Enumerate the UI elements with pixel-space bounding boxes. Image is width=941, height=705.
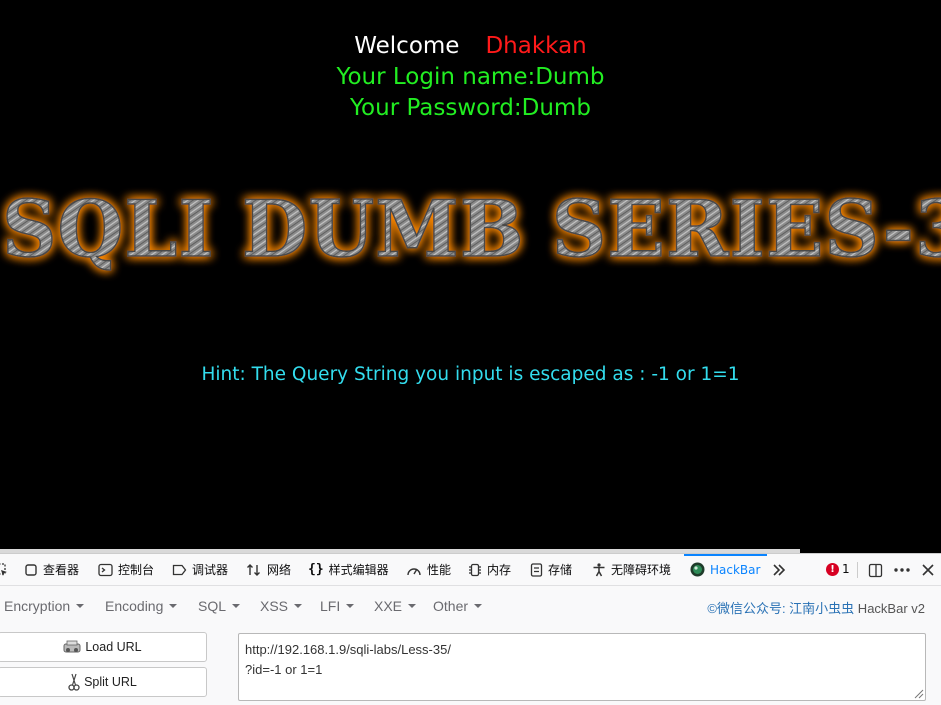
resize-grip-icon <box>914 689 924 699</box>
password-line: Your Password:Dumb <box>350 95 591 121</box>
toolbar-separator <box>857 562 858 578</box>
menu-sql[interactable]: SQL <box>198 598 241 614</box>
memory-icon <box>469 563 481 576</box>
style-editor-icon: {} <box>308 562 324 577</box>
accessibility-icon <box>593 562 605 576</box>
caret-down-icon <box>76 604 85 609</box>
tab-style-editor[interactable]: {} 样式编辑器 <box>308 554 389 585</box>
split-url-label: Split URL <box>84 675 137 689</box>
url-textarea[interactable]: http://192.168.1.9/sqli-labs/Less-35/ ?i… <box>238 633 926 701</box>
hint-text: Hint: The Query String you input is esca… <box>201 364 740 385</box>
tab-label: 性能 <box>427 563 452 577</box>
hackbar-menubar: Encryption Encoding SQL XSS LFI XXE Othe… <box>0 586 941 622</box>
devtools-panel: 查看器 控制台 调试器 网络 {} 样式编辑器 性能 内存 存储 无障碍环境 H… <box>0 553 941 705</box>
close-devtools-button[interactable] <box>918 560 938 580</box>
tab-label: 内存 <box>487 563 512 577</box>
menu-xxe[interactable]: XXE <box>374 598 417 614</box>
load-url-button[interactable]: Load URL <box>0 632 207 662</box>
debugger-icon <box>172 564 187 575</box>
caret-down-icon <box>474 604 483 609</box>
tab-inspector[interactable]: 查看器 <box>24 554 79 585</box>
tab-label: 无障碍环境 <box>611 563 672 577</box>
load-url-icon <box>63 640 81 653</box>
url-text: http://192.168.1.9/sqli-labs/Less-35/ ?i… <box>245 642 451 677</box>
error-icon: ! <box>826 562 839 576</box>
web-page: Welcome Dhakkan Your Login name:Dumb Your… <box>0 0 941 553</box>
tab-hackbar[interactable]: HackBar <box>684 554 767 583</box>
tab-label: 存储 <box>548 563 573 577</box>
console-icon <box>98 563 113 576</box>
menu-label: XSS <box>260 598 289 614</box>
menu-encoding[interactable]: Encoding <box>105 598 178 614</box>
double-chevron-right-icon <box>773 563 786 576</box>
tab-label: 调试器 <box>192 563 229 577</box>
credit-version: HackBar v2 <box>854 601 925 616</box>
tab-console[interactable]: 控制台 <box>98 554 154 585</box>
tab-debugger[interactable]: 调试器 <box>172 554 228 585</box>
hackbar-credit: ©微信公众号: 江南小虫虫 HackBar v2 <box>707 598 925 617</box>
split-url-button[interactable]: Split URL <box>0 667 207 697</box>
tab-memory[interactable]: 内存 <box>468 554 511 585</box>
menu-other[interactable]: Other <box>433 598 483 614</box>
welcome-label: Welcome <box>354 33 460 59</box>
close-icon <box>922 564 934 576</box>
tab-storage[interactable]: 存储 <box>530 554 572 585</box>
menu-lfi[interactable]: LFI <box>320 598 355 614</box>
menu-label: XXE <box>374 598 403 614</box>
caret-down-icon <box>232 604 241 609</box>
tab-label: 控制台 <box>118 563 155 577</box>
tab-label: 样式编辑器 <box>328 563 389 577</box>
pick-element-button[interactable] <box>0 554 8 585</box>
caret-down-icon <box>408 604 417 609</box>
storage-icon <box>530 562 543 577</box>
pick-element-icon <box>0 562 7 576</box>
caret-down-icon <box>346 604 355 609</box>
error-count: 1 <box>842 562 850 576</box>
devtools-tabbar: 查看器 控制台 调试器 网络 {} 样式编辑器 性能 内存 存储 无障碍环境 H… <box>0 554 941 586</box>
dock-button[interactable] <box>865 560 885 580</box>
caret-down-icon <box>169 604 178 609</box>
performance-icon <box>407 567 421 575</box>
error-count-badge[interactable]: ! 1 <box>826 562 850 576</box>
menu-encryption[interactable]: Encryption <box>4 598 85 614</box>
user-name: Dhakkan <box>485 33 587 59</box>
dock-side-icon <box>868 563 882 577</box>
scissors-icon <box>68 673 80 691</box>
menu-label: SQL <box>198 598 227 614</box>
hackbar-icon <box>690 562 705 577</box>
tab-performance[interactable]: 性能 <box>406 554 451 585</box>
menu-xss[interactable]: XSS <box>260 598 303 614</box>
sqli-banner: SQLI DUMB SERIES-35 <box>0 184 941 284</box>
network-icon <box>247 563 260 576</box>
options-button[interactable] <box>892 560 912 580</box>
tab-network[interactable]: 网络 <box>246 554 291 585</box>
login-name-line: Your Login name:Dumb <box>336 64 605 90</box>
menu-label: LFI <box>320 598 341 614</box>
load-url-label: Load URL <box>85 640 142 654</box>
more-horizontal-icon <box>894 568 910 572</box>
menu-label: Encoding <box>105 598 164 614</box>
credit-author: ©微信公众号: 江南小虫虫 <box>707 601 855 616</box>
welcome-line: Welcome Dhakkan <box>0 33 941 59</box>
menu-label: Other <box>433 598 469 614</box>
tab-label: 查看器 <box>43 563 80 577</box>
inspector-icon <box>25 563 37 576</box>
banner-text: SQLI DUMB SERIES-35 <box>2 184 941 275</box>
tab-accessibility[interactable]: 无障碍环境 <box>592 554 671 585</box>
menu-label: Encryption <box>4 598 71 614</box>
caret-down-icon <box>294 604 303 609</box>
tab-label: 网络 <box>267 563 292 577</box>
tab-label: HackBar <box>710 562 761 577</box>
more-tabs-button[interactable] <box>772 554 786 585</box>
